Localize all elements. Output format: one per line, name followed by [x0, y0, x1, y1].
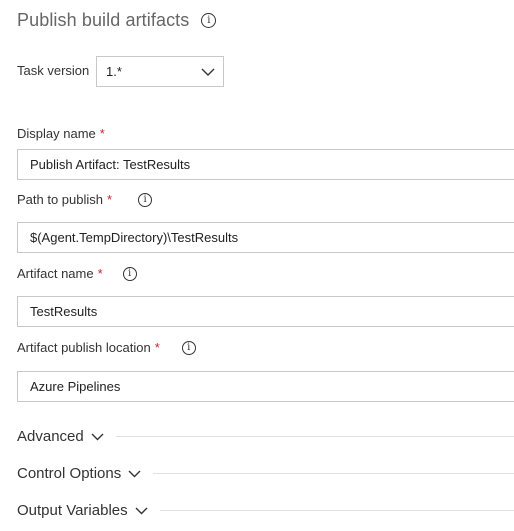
title-row: Publish build artifacts i: [17, 10, 217, 31]
required-marker: *: [99, 126, 105, 141]
display-name-field[interactable]: Publish Artifact: TestResults: [17, 149, 514, 180]
info-icon[interactable]: i: [138, 192, 153, 207]
section-divider: [159, 510, 514, 511]
section-control-options-label: Control Options: [17, 465, 122, 482]
display-name-label-row: Display name *: [17, 126, 105, 141]
chevron-down-icon: [135, 507, 148, 514]
task-version-label-row: Task version: [17, 63, 89, 78]
path-to-publish-label-row: Path to publish * i: [17, 192, 153, 207]
section-divider: [153, 473, 514, 474]
required-marker: *: [107, 192, 113, 207]
section-output-variables[interactable]: Output Variables: [17, 502, 514, 519]
path-to-publish-field[interactable]: $(Agent.TempDirectory)\TestResults: [17, 222, 514, 253]
info-icon[interactable]: i: [201, 13, 217, 28]
info-icon[interactable]: i: [181, 340, 196, 355]
display-name-label: Display name: [17, 126, 96, 141]
publish-location-label-row: Artifact publish location * i: [17, 340, 196, 355]
task-version-select[interactable]: 1.*: [96, 56, 224, 87]
section-control-options[interactable]: Control Options: [17, 465, 514, 482]
info-icon[interactable]: i: [122, 266, 137, 281]
section-output-variables-label: Output Variables: [17, 502, 128, 519]
chevron-down-icon: [128, 470, 141, 477]
publish-location-label: Artifact publish location: [17, 340, 151, 355]
task-panel: Publish build artifacts i Task version 1…: [0, 0, 514, 531]
path-to-publish-label: Path to publish: [17, 192, 104, 207]
section-advanced-label: Advanced: [17, 428, 84, 445]
required-marker: *: [97, 266, 103, 281]
publish-location-select[interactable]: Azure Pipelines: [17, 371, 514, 402]
task-version-label: Task version: [17, 63, 90, 78]
chevron-down-icon: [201, 68, 215, 76]
artifact-name-label-row: Artifact name * i: [17, 266, 137, 281]
section-advanced[interactable]: Advanced: [17, 428, 514, 445]
page-title: Publish build artifacts: [17, 10, 190, 30]
chevron-down-icon: [91, 433, 104, 440]
artifact-name-field[interactable]: TestResults: [17, 296, 514, 327]
section-divider: [115, 436, 514, 437]
required-marker: *: [154, 340, 160, 355]
task-version-value: 1.*: [106, 64, 122, 79]
artifact-name-label: Artifact name: [17, 266, 94, 281]
